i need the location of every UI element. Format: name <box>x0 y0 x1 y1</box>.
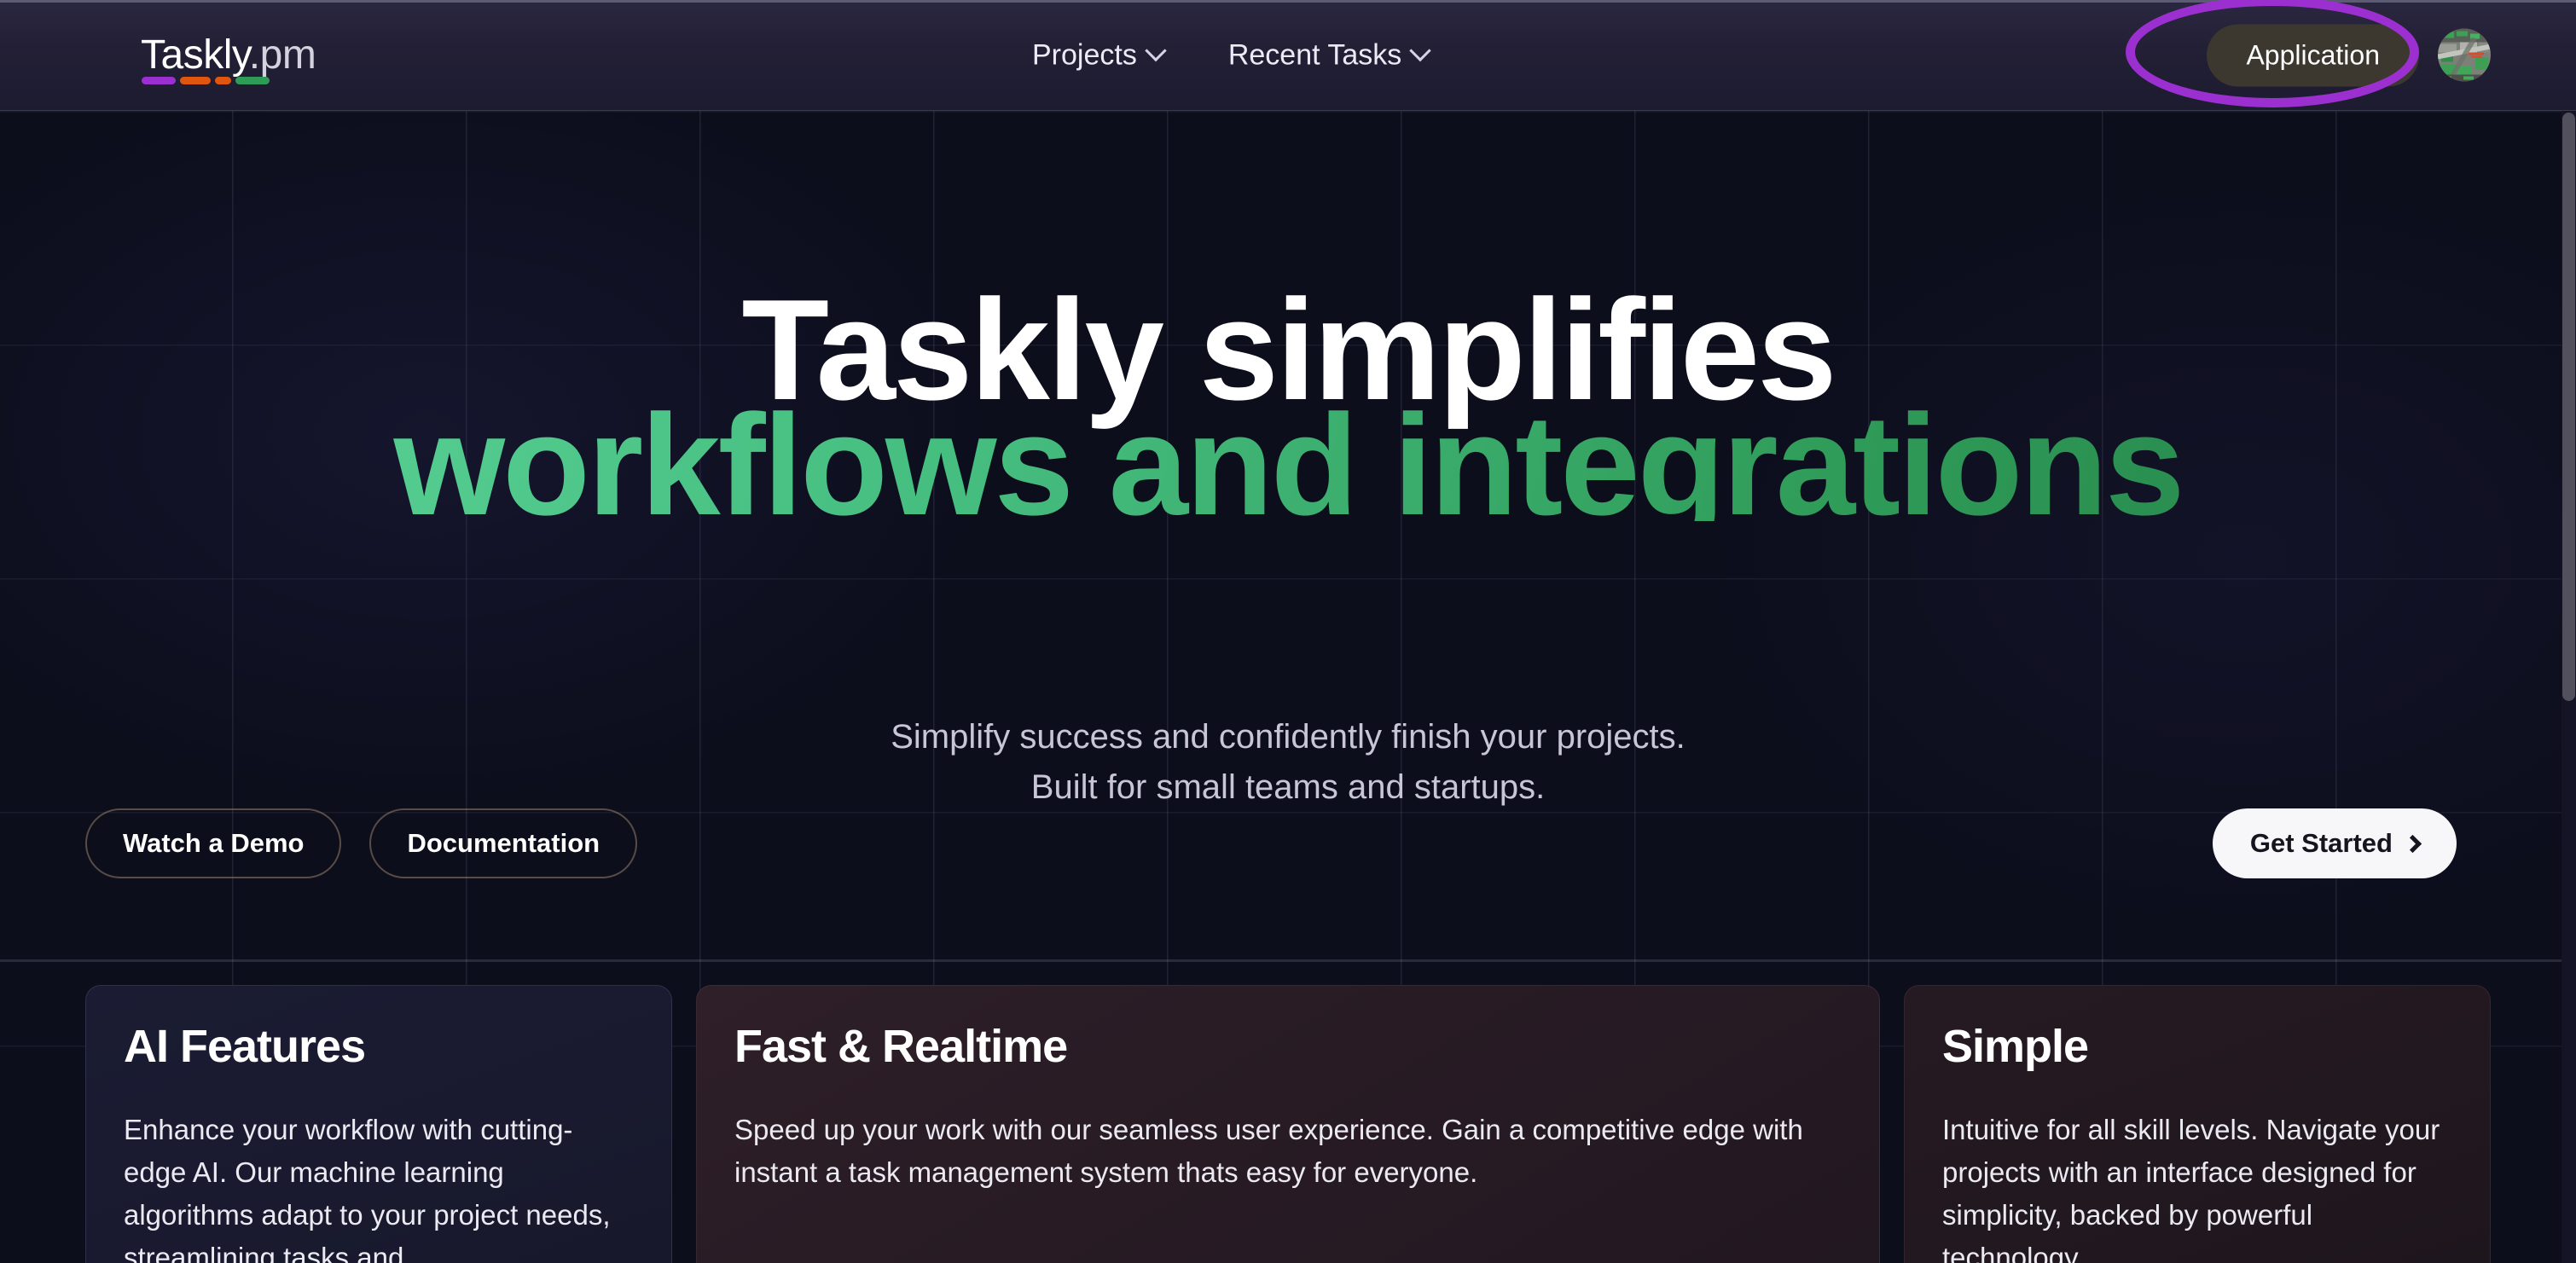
logo-underline-decoration <box>142 76 270 84</box>
primary-navigation: Projects Recent Tasks <box>1032 38 1432 72</box>
logo-text-main: Taskly <box>141 32 249 78</box>
nav-item-recent-tasks-label: Recent Tasks <box>1227 38 1402 71</box>
logo-underline-segment-green <box>235 76 270 84</box>
application-button[interactable]: Application <box>2207 24 2419 86</box>
nav-item-recent-tasks[interactable]: Recent Tasks <box>1227 38 1432 72</box>
feature-card-body: Enhance your workflow with cutting-edge … <box>124 1114 611 1263</box>
nav-item-projects[interactable]: Projects <box>1032 38 1167 72</box>
top-navbar: Taskly.pm Projects Recent Tasks Applicat… <box>0 0 2576 111</box>
hero-headline: Taskly simplifies workflows and integrat… <box>0 278 2576 536</box>
nav-item-projects-label: Projects <box>1032 38 1137 71</box>
logo-underline-segment-orange-2 <box>215 76 231 84</box>
logo-underline-segment-orange-1 <box>180 76 211 84</box>
hero-subtitle-line-2: Built for small teams and startups. <box>1030 768 1546 807</box>
hero-subtitle: Simplify success and confidently finish … <box>0 712 2576 813</box>
chevron-down-icon <box>1145 39 1167 62</box>
watch-demo-button[interactable]: Watch a Demo <box>85 808 342 878</box>
hero-headline-line-2: workflows and integrations <box>0 393 2576 536</box>
logo-underline-segment-purple <box>142 76 176 84</box>
feature-card-body: Intuitive for all skill levels. Navigate… <box>1942 1114 2440 1263</box>
chevron-down-icon <box>1409 39 1432 62</box>
page-root: Taskly.pm Projects Recent Tasks Applicat… <box>0 0 2576 1263</box>
documentation-button[interactable]: Documentation <box>369 808 638 878</box>
feature-cards: AI Features Enhance your workflow with c… <box>0 985 2576 1263</box>
feature-card-fast-realtime[interactable]: Fast & Realtime Speed up your work with … <box>696 985 1880 1263</box>
hero-cta-secondary-group: Watch a Demo Documentation <box>85 808 638 878</box>
get-started-label: Get Started <box>2249 828 2393 858</box>
site-logo[interactable]: Taskly.pm <box>141 32 316 84</box>
chevron-right-icon <box>2403 834 2422 853</box>
logo-text-suffix: .pm <box>248 32 316 78</box>
hero-subtitle-line-1: Simplify success and confidently finish … <box>891 718 1685 756</box>
avatar[interactable] <box>2438 28 2491 82</box>
feature-card-title: AI Features <box>124 1021 366 1072</box>
avatar-image <box>2438 28 2491 82</box>
get-started-button[interactable]: Get Started <box>2212 808 2457 878</box>
hero-cta-row: Watch a Demo Documentation Get Started <box>0 808 2576 885</box>
page-scrollbar-thumb[interactable] <box>2562 113 2575 701</box>
feature-card-ai-features[interactable]: AI Features Enhance your workflow with c… <box>85 985 672 1263</box>
feature-card-title: Simple <box>1942 1021 2089 1072</box>
feature-card-simple[interactable]: Simple Intuitive for all skill levels. N… <box>1904 985 2491 1263</box>
navbar-right-cluster: Application <box>2207 24 2491 86</box>
feature-card-title: Fast & Realtime <box>734 1021 1068 1072</box>
hero-section: Taskly simplifies workflows and integrat… <box>0 111 2576 985</box>
feature-card-body: Speed up your work with our seamless use… <box>734 1114 1803 1189</box>
hero-cta-primary-group: Get Started <box>2212 808 2457 878</box>
